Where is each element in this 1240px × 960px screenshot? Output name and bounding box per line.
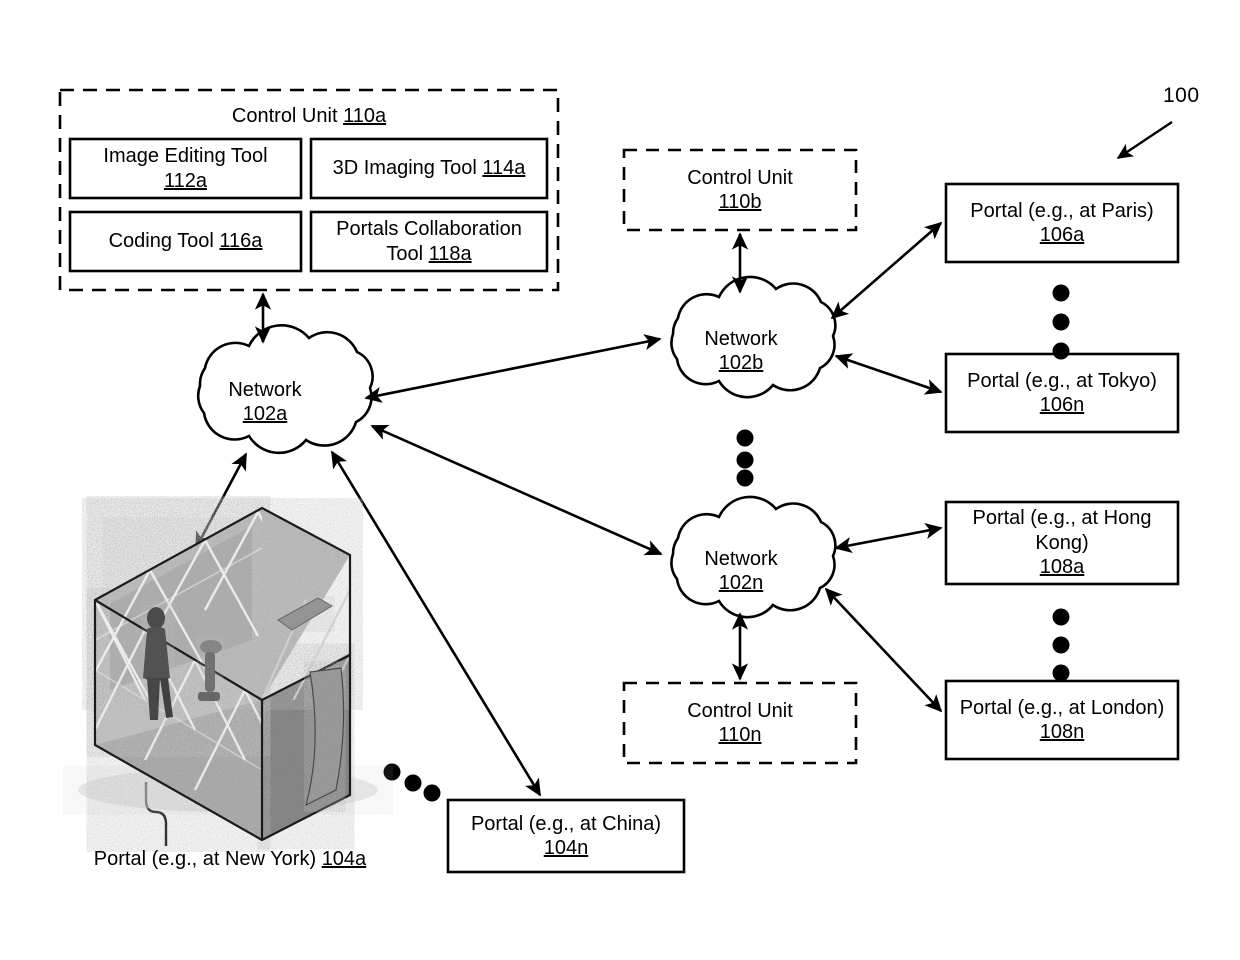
portal-108a[interactable]: Portal (e.g., at Hong Kong) 108a <box>946 502 1178 584</box>
control-unit-110n-ref: 110n <box>718 724 762 746</box>
network-102a-ref: 102a <box>242 403 288 425</box>
figure-number-leader <box>1116 121 1173 159</box>
network-102a[interactable]: Network 102a <box>180 366 350 438</box>
portal-106n[interactable]: Portal (e.g., at Tokyo) 106n <box>946 354 1178 432</box>
control-unit-110b-ref: 110b <box>718 191 762 213</box>
portal-108n-label: Portal (e.g., at London) <box>959 696 1165 719</box>
portal-108a-label-line2: Kong) <box>1035 531 1089 554</box>
tool-116a[interactable]: Coding Tool 116a <box>70 212 301 271</box>
network-102n[interactable]: Network 102n <box>660 536 822 606</box>
arrow-102a-102n <box>370 424 663 556</box>
tool-116a-ref: 116a <box>219 230 263 253</box>
control-unit-110b[interactable]: Control Unit 110b <box>624 150 856 230</box>
portal-104a-label: Portal (e.g., at New York) <box>93 848 317 870</box>
control-unit-110n[interactable]: Control Unit 110n <box>624 683 856 763</box>
tool-112a-label: Image Editing Tool <box>103 145 268 168</box>
tool-114a[interactable]: 3D Imaging Tool 114a <box>311 139 547 198</box>
portal-108a-label-line1: Portal (e.g., at Hong <box>972 507 1152 530</box>
portal-106a[interactable]: Portal (e.g., at Paris) 106a <box>946 184 1178 262</box>
arrow-102a-102b <box>364 334 662 403</box>
tool-116a-label: Coding Tool <box>108 230 214 253</box>
network-102n-ref: 102n <box>718 572 764 594</box>
figure-number: 100 <box>1163 84 1200 107</box>
portal-108a-ref: 108a <box>1039 556 1085 579</box>
control-unit-110n-label: Control Unit <box>687 699 793 722</box>
portal-106a-label: Portal (e.g., at Paris) <box>970 199 1154 222</box>
portal-106n-ref: 106n <box>1039 394 1085 416</box>
portal-108n[interactable]: Portal (e.g., at London) 108n <box>946 681 1178 759</box>
patent-figure: 100 Control Unit 110a Image Editing Tool… <box>0 0 1240 960</box>
portal-106a-ref: 106a <box>1039 224 1085 246</box>
arrow-102n-108a <box>834 522 943 554</box>
portal-104a-ref: 104a <box>321 848 367 870</box>
tool-118a-label-line2: Tool <box>386 242 424 265</box>
network-102b-label: Network <box>704 327 778 350</box>
portal-104n-ref: 104n <box>543 837 589 859</box>
network-102b[interactable]: Network 102b <box>660 316 822 386</box>
portal-104n[interactable]: Portal (e.g., at China) 104n <box>448 800 684 872</box>
tool-118a[interactable]: Portals Collaboration Tool 118a <box>311 212 547 271</box>
portal-106n-label: Portal (e.g., at Tokyo) <box>967 369 1157 392</box>
control-unit-110a-title: Control Unit 110a <box>60 98 558 134</box>
tool-114a-label: 3D Imaging Tool <box>332 157 477 180</box>
network-102b-ref: 102b <box>718 352 764 374</box>
control-unit-110a-label: Control Unit <box>231 104 338 127</box>
tool-118a-label-line1: Portals Collaboration <box>336 218 522 241</box>
tool-112a-ref: 112a <box>163 169 207 192</box>
network-102a-label: Network <box>228 378 302 401</box>
arrow-102b-106n <box>834 353 943 395</box>
tool-118a-ref: 118a <box>428 242 472 265</box>
portal-104n-label: Portal (e.g., at China) <box>470 812 662 835</box>
arrow-102b-106a <box>830 221 943 320</box>
tool-112a[interactable]: Image Editing Tool 112a <box>70 139 301 198</box>
control-unit-110b-label: Control Unit <box>687 166 793 189</box>
control-unit-110a-ref: 110a <box>343 104 387 127</box>
arrow-102a-104n <box>330 450 542 797</box>
portal-108n-ref: 108n <box>1039 721 1085 743</box>
tool-114a-ref: 114a <box>482 157 526 180</box>
network-102n-label: Network <box>704 547 778 570</box>
portal-104a-illustration <box>78 506 378 842</box>
portal-104a-caption: Portal (e.g., at New York) 104a <box>80 847 380 872</box>
